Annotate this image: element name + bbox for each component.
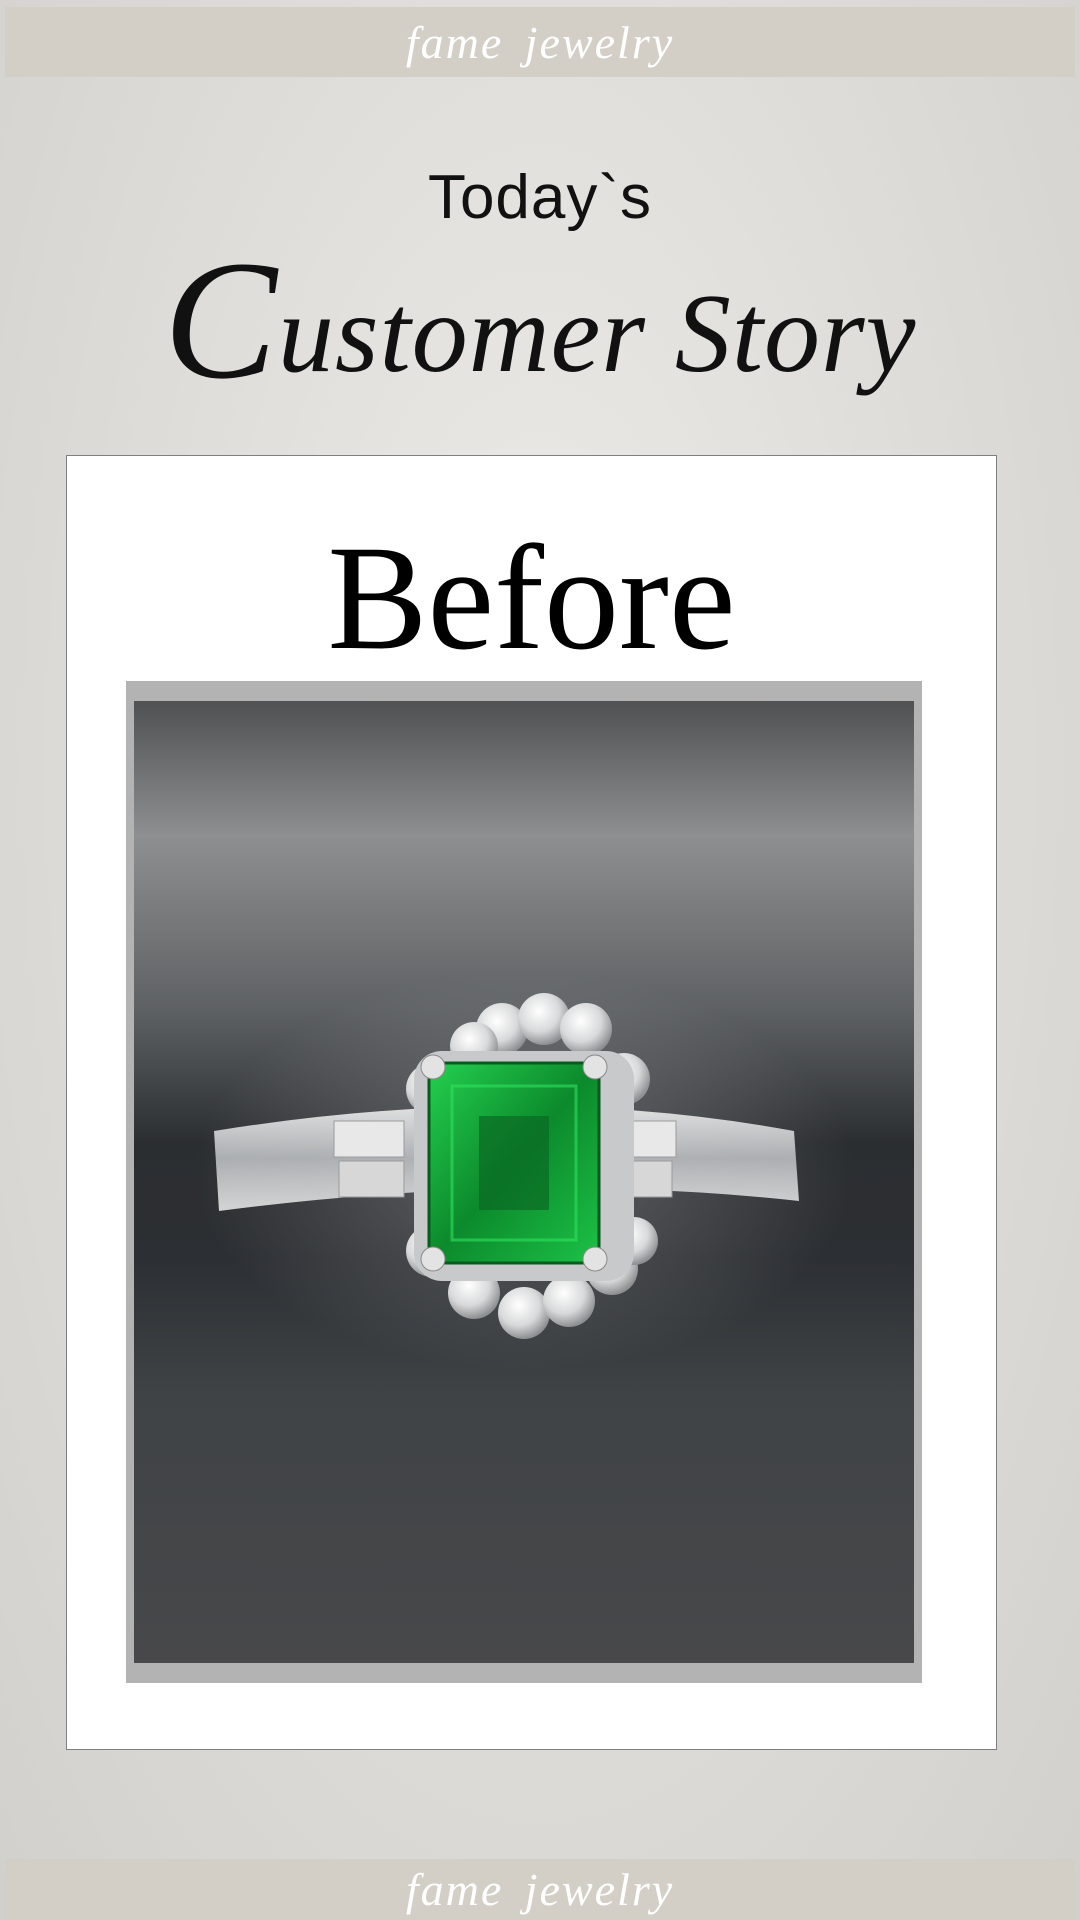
story-card: Before: [66, 455, 997, 1750]
heading-rest: ustomer Story: [278, 272, 917, 396]
brand-name-top: fame jewelry: [405, 16, 675, 68]
brand-banner-bottom: fame jewelry: [5, 1859, 1075, 1920]
photo-frame: [126, 681, 922, 1683]
brand-banner-top: fame jewelry: [5, 7, 1075, 77]
heading-initial: C: [163, 226, 279, 414]
card-title: Before: [327, 515, 736, 681]
heading-customer-story: Customer Story: [0, 210, 1080, 431]
ring-photo: [134, 701, 914, 1663]
brand-name-bottom: fame jewelry: [405, 1864, 675, 1915]
emerald-ring-image: [194, 971, 854, 1371]
